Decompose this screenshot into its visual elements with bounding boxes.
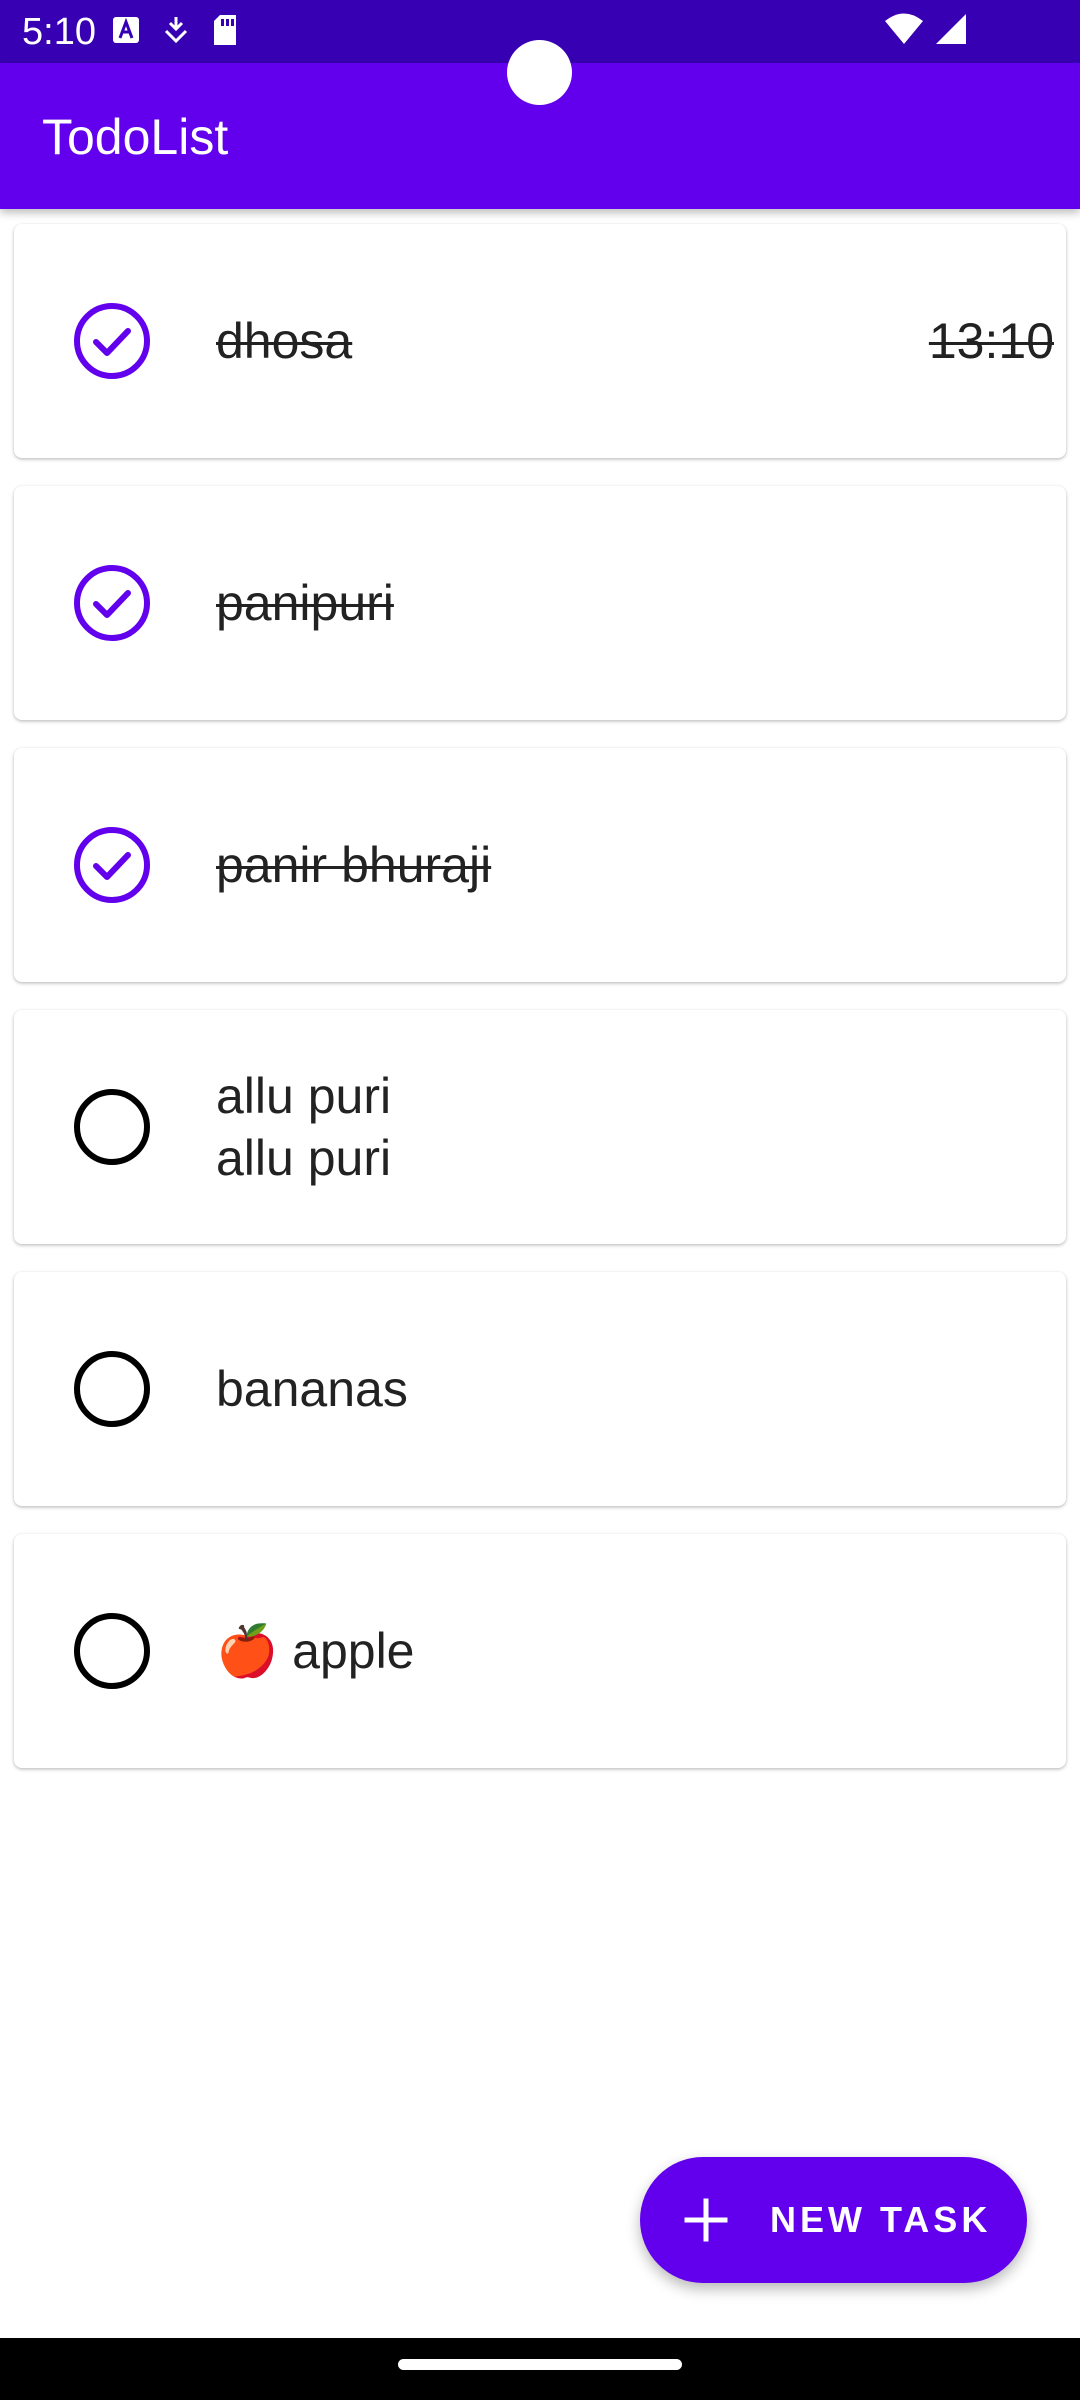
home-gesture-handle[interactable] bbox=[398, 2359, 682, 2370]
task-card[interactable]: allu puri allu puri bbox=[14, 1010, 1066, 1244]
unchecked-circle-icon[interactable] bbox=[74, 1351, 150, 1427]
unchecked-circle-icon[interactable] bbox=[74, 1613, 150, 1689]
status-icons-left bbox=[112, 14, 238, 46]
task-title: allu puri allu puri bbox=[216, 1068, 392, 1186]
cast-icon bbox=[164, 17, 188, 44]
task-title: dhosa bbox=[216, 313, 353, 369]
navigation-bar bbox=[0, 2338, 1080, 2400]
task-title: 🍎 apple bbox=[216, 1623, 415, 1679]
new-task-button[interactable]: NEW TASK bbox=[640, 2157, 1027, 2283]
task-time: 13:10 bbox=[928, 313, 1054, 369]
sd-card-icon bbox=[214, 15, 236, 45]
camera-cutout bbox=[507, 40, 572, 105]
signal-icon bbox=[936, 14, 966, 44]
wifi-icon bbox=[885, 13, 923, 44]
task-title: panipuri bbox=[216, 575, 394, 631]
task-card[interactable]: dhosa 13:10 bbox=[14, 224, 1066, 458]
task-card[interactable]: panipuri bbox=[14, 486, 1066, 720]
task-card[interactable]: bananas bbox=[14, 1272, 1066, 1506]
checked-circle-icon[interactable] bbox=[74, 565, 150, 641]
status-time: 5:10 bbox=[22, 11, 96, 53]
new-task-label: NEW TASK bbox=[770, 2199, 992, 2240]
app-title: TodoList bbox=[42, 109, 229, 165]
font-download-icon bbox=[113, 17, 139, 43]
task-card[interactable]: 🍎 apple bbox=[14, 1534, 1066, 1768]
task-list: dhosa 13:10 panipuri panir bhuraji allu … bbox=[14, 224, 1066, 1796]
task-title: bananas bbox=[216, 1361, 408, 1417]
checked-circle-icon[interactable] bbox=[74, 827, 150, 903]
unchecked-circle-icon[interactable] bbox=[74, 1089, 150, 1165]
plus-icon bbox=[684, 2198, 728, 2242]
task-title: panir bhuraji bbox=[216, 837, 492, 893]
checked-circle-icon[interactable] bbox=[74, 303, 150, 379]
status-icons-right bbox=[884, 12, 968, 46]
task-card[interactable]: panir bhuraji bbox=[14, 748, 1066, 982]
